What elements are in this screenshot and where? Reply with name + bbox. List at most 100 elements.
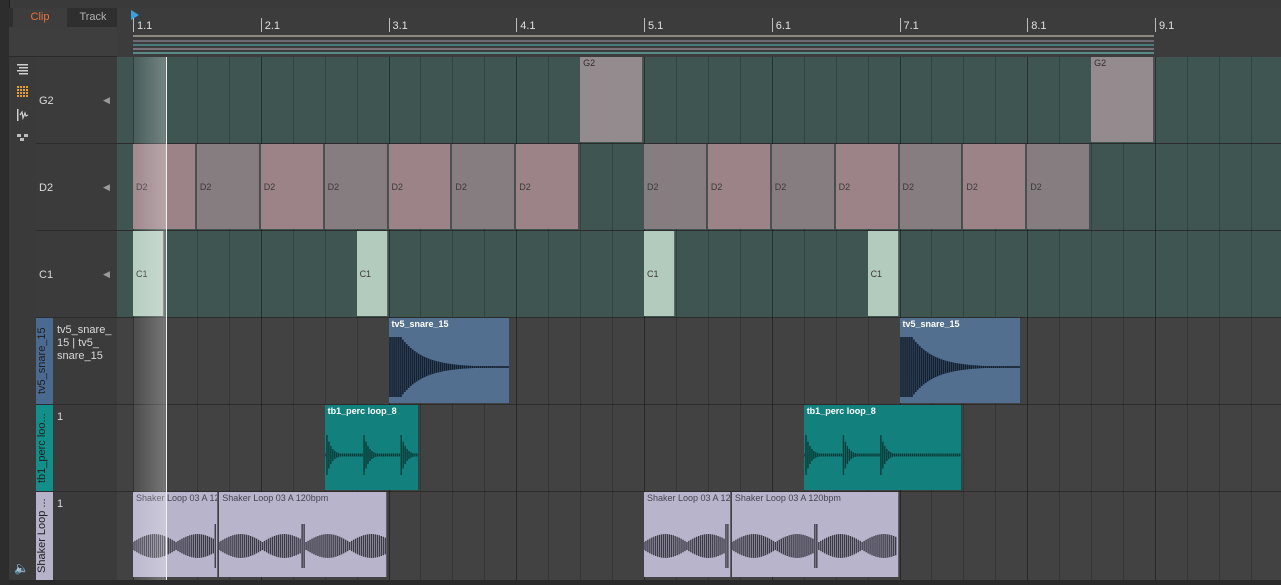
note-d2-label: D2 bbox=[199, 182, 212, 192]
note-d2[interactable]: D2 bbox=[1027, 144, 1091, 229]
note-d2-label: D2 bbox=[710, 182, 723, 192]
ruler-bar-tick bbox=[260, 18, 262, 32]
track-name: D2 bbox=[39, 182, 54, 194]
note-d2[interactable]: D2 bbox=[260, 144, 324, 229]
mute-speaker-icon[interactable]: ◀ bbox=[103, 269, 111, 279]
note-d2[interactable]: D2 bbox=[452, 144, 516, 229]
audio-clip-perc[interactable]: tb1_perc loop_8 bbox=[803, 405, 963, 490]
note-d2-label: D2 bbox=[391, 182, 404, 192]
loop-band-middle bbox=[133, 40, 1154, 42]
track-header-snare[interactable]: tv5_snare_15 tv5_snare_ 15 | tv5_ snare_… bbox=[36, 318, 117, 405]
audio-clip-shaker-label: Shaker Loop 03 A 12 bbox=[647, 493, 731, 503]
track-clip-info: 1 bbox=[57, 498, 63, 511]
lane-perc[interactable] bbox=[117, 405, 1281, 492]
beat-grid-line bbox=[1186, 57, 1188, 580]
waveform bbox=[388, 337, 509, 397]
arranger-lanes[interactable]: G2G2D2D2D2D2D2D2D2D2D2D2D2D2D2D2C1C1C1C1… bbox=[117, 57, 1281, 581]
audio-clip-shaker[interactable]: Shaker Loop 03 A 120bpm bbox=[731, 492, 899, 577]
track-header-top-spacer bbox=[9, 27, 117, 57]
timeline-ruler[interactable]: 1.1 2.1 3.1 4.1 5.1 6.1 7.1 8.1 9.1 bbox=[117, 8, 1281, 58]
tab-track[interactable]: Track bbox=[67, 8, 119, 27]
track-header-g2[interactable]: G2 ◀ bbox=[36, 57, 117, 144]
bar-grid-line bbox=[1155, 57, 1156, 580]
note-d2[interactable]: D2 bbox=[324, 144, 388, 229]
track-header-d2[interactable]: D2 ◀ bbox=[36, 144, 117, 231]
ruler-bar-tick bbox=[644, 18, 645, 32]
note-g2-label: G2 bbox=[1094, 58, 1107, 68]
note-d2-label: D2 bbox=[838, 182, 851, 192]
playhead-marker-icon[interactable] bbox=[130, 10, 140, 20]
ruler-bar-tick bbox=[1027, 18, 1029, 32]
ruler-bar-label: 2.1 bbox=[264, 20, 281, 32]
note-c1[interactable]: C1 bbox=[356, 231, 388, 316]
track-clip-info: 1 bbox=[57, 411, 63, 424]
bottom-scrollbar[interactable] bbox=[9, 580, 1281, 585]
ruler-bar-tick bbox=[133, 18, 134, 32]
audio-clip-snare[interactable]: tv5_snare_15 bbox=[388, 318, 511, 403]
audio-clip-shaker-label: Shaker Loop 03 A 120bpm bbox=[222, 493, 329, 503]
note-c1-label: C1 bbox=[359, 269, 372, 279]
note-d2[interactable]: D2 bbox=[196, 144, 260, 229]
note-d2[interactable]: D2 bbox=[771, 144, 835, 229]
note-d2-label: D2 bbox=[966, 182, 978, 192]
note-d2[interactable]: D2 bbox=[644, 144, 707, 229]
waveform bbox=[803, 435, 961, 475]
note-g2-label: G2 bbox=[583, 58, 596, 68]
ruler-bar-label: 9.1 bbox=[1159, 20, 1175, 32]
audio-clip-shaker[interactable]: Shaker Loop 03 A 12 bbox=[644, 492, 731, 577]
audio-clip-snare[interactable]: tv5_snare_15 bbox=[899, 318, 1022, 403]
waveform-tool-icon[interactable] bbox=[15, 109, 30, 121]
grid-icon[interactable] bbox=[15, 86, 30, 98]
track-clip-info-line: 15 | tv5_ bbox=[57, 337, 99, 349]
note-d2[interactable]: D2 bbox=[963, 144, 1027, 229]
note-d2[interactable]: D2 bbox=[835, 144, 899, 229]
note-g2[interactable]: G2 bbox=[1091, 57, 1154, 142]
lane-c1[interactable] bbox=[117, 231, 1281, 318]
note-d2[interactable]: D2 bbox=[388, 144, 452, 229]
waveform bbox=[644, 524, 729, 568]
audio-clip-snare-label: tv5_snare_15 bbox=[391, 319, 449, 329]
ruler-bar-label: 8.1 bbox=[1031, 20, 1047, 32]
inspector-tabs: Clip Track bbox=[9, 8, 117, 27]
loop-band-teal bbox=[133, 44, 1154, 46]
track-clip-info-line: 1 bbox=[57, 411, 64, 423]
list-icon[interactable] bbox=[15, 63, 30, 75]
audio-clip-perc[interactable]: tb1_perc loop_8 bbox=[324, 405, 420, 490]
tool-column bbox=[9, 57, 37, 585]
note-d2-label: D2 bbox=[774, 182, 787, 192]
track-clip-info: tv5_snare_ 15 | tv5_ snare_15 bbox=[57, 324, 111, 363]
speaker-icon[interactable]: 🔈 bbox=[14, 561, 32, 575]
ruler-bar-tick bbox=[388, 18, 390, 32]
loop-band-bottom bbox=[133, 48, 1154, 50]
note-d2-label: D2 bbox=[327, 182, 340, 192]
note-c1-label: C1 bbox=[870, 269, 883, 279]
playhead-trail bbox=[133, 57, 166, 580]
pattern-icon[interactable] bbox=[15, 132, 30, 144]
note-c1[interactable]: C1 bbox=[867, 231, 899, 316]
track-clip-info-line: snare_15 bbox=[57, 350, 103, 362]
note-d2[interactable]: D2 bbox=[707, 144, 771, 229]
note-d2[interactable]: D2 bbox=[516, 144, 580, 229]
ruler-bar-label: 7.1 bbox=[903, 20, 919, 32]
mute-speaker-icon[interactable]: ◀ bbox=[103, 95, 111, 105]
ruler-bar-label: 3.1 bbox=[392, 20, 408, 32]
track-header-shaker[interactable]: Shaker Loop ... 1 bbox=[36, 492, 117, 581]
note-c1[interactable]: C1 bbox=[644, 231, 675, 316]
lane-snare[interactable] bbox=[117, 318, 1281, 405]
ruler-bar-tick bbox=[516, 18, 518, 32]
note-d2[interactable]: D2 bbox=[899, 144, 963, 229]
note-g2[interactable]: G2 bbox=[580, 57, 643, 142]
waveform bbox=[731, 524, 897, 568]
beat-grid-line bbox=[1218, 57, 1220, 580]
audio-clip-shaker[interactable]: Shaker Loop 03 A 120bpm bbox=[219, 492, 388, 577]
note-c1-label: C1 bbox=[647, 269, 659, 279]
audio-clip-snare-label: tv5_snare_15 bbox=[902, 319, 960, 329]
tab-clip[interactable]: Clip bbox=[13, 8, 67, 27]
note-d2-label: D2 bbox=[902, 182, 915, 192]
beat-grid-line bbox=[1250, 57, 1252, 580]
track-header-perc[interactable]: tb1_perc loo... 1 bbox=[36, 405, 117, 492]
track-name: G2 bbox=[39, 95, 54, 107]
mute-speaker-icon[interactable]: ◀ bbox=[103, 182, 111, 192]
track-header-c1[interactable]: C1 ◀ bbox=[36, 231, 117, 318]
track-color-strip: Shaker Loop ... bbox=[36, 492, 53, 580]
